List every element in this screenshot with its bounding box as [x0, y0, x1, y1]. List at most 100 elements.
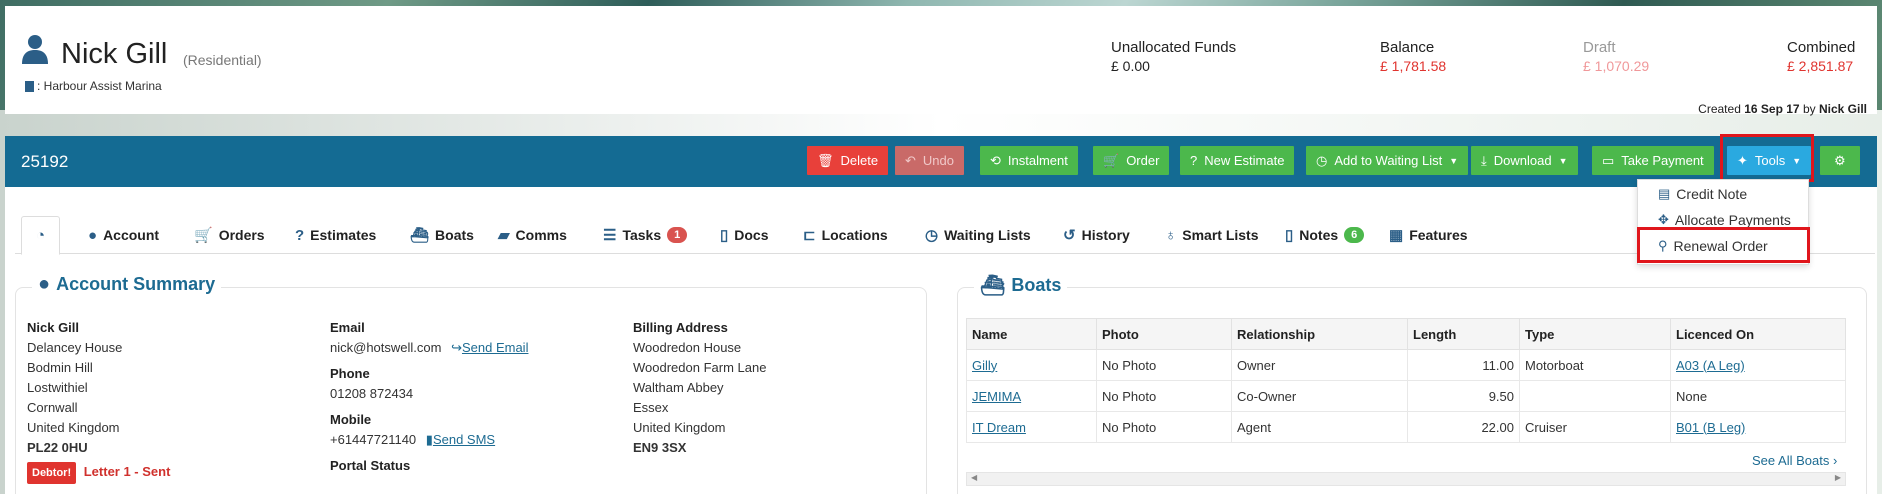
ship-icon: ⛴ — [410, 227, 430, 244]
see-all-boats-link[interactable]: See All Boats › — [1752, 453, 1837, 468]
billing-address: Billing Address Woodredon House Woodredo… — [633, 318, 766, 458]
unallocated-funds: Unallocated Funds £ 0.00 — [1111, 39, 1236, 74]
billing-line: Essex — [633, 400, 669, 415]
add-to-waiting-list-button[interactable]: ◷ Add to Waiting List ▼ — [1306, 146, 1469, 175]
tab-locations[interactable]: ⊏ Locations — [803, 216, 888, 254]
boat-relationship: Agent — [1231, 411, 1408, 443]
portal-status-label: Portal Status — [330, 458, 411, 473]
user-icon: ● — [38, 273, 51, 295]
tab-account[interactable]: ● Account — [88, 216, 159, 254]
tab-history-label: History — [1081, 227, 1130, 243]
menu-item-allocate-payments[interactable]: ✥ Allocate Payments — [1658, 212, 1791, 228]
instalment-label: Instalment — [1007, 153, 1068, 168]
credit-note-icon: ▤ — [1658, 186, 1671, 201]
download-icon: ⤓ — [1481, 152, 1487, 168]
mobile-label: Mobile — [330, 412, 372, 427]
tab-boats[interactable]: ⛴ Boats — [410, 216, 474, 254]
email-label: Email — [330, 320, 365, 335]
created-by: by — [1802, 102, 1816, 116]
column-header[interactable]: Licenced On — [1670, 318, 1846, 350]
dashboard-icon: ◔ — [36, 227, 46, 244]
gear-icon: ⚙ — [1834, 152, 1846, 168]
tab-orders[interactable]: 🛒 Orders — [194, 216, 265, 254]
scroll-right-icon[interactable]: ▶ — [1835, 473, 1841, 482]
undo-label: Undo — [922, 153, 954, 168]
boat-photo: No Photo — [1096, 411, 1232, 443]
horizontal-scrollbar[interactable]: ◀ ▶ — [966, 472, 1846, 486]
download-button[interactable]: ⤓ Download ▼ — [1471, 146, 1578, 175]
column-header[interactable]: Relationship — [1231, 318, 1408, 350]
tab-smart-lists-label: Smart Lists — [1182, 227, 1259, 243]
tab-comms[interactable]: ▰ Comms — [498, 216, 567, 254]
order-label: Order — [1126, 153, 1160, 168]
send-sms-link[interactable]: Send SMS — [433, 432, 495, 447]
download-label: Download — [1493, 153, 1552, 168]
menu-item-credit-note[interactable]: ▤ Credit Note — [1658, 186, 1747, 202]
billing-line: Waltham Abbey — [633, 380, 724, 395]
order-button[interactable]: 🛒 Order — [1093, 146, 1170, 175]
clock-icon: ◷ — [925, 227, 939, 244]
column-header[interactable]: Name — [966, 318, 1097, 350]
account-summary-heading: Account Summary — [56, 274, 216, 294]
billing-line: United Kingdom — [633, 420, 726, 435]
tab-notes[interactable]: ▯ Notes 6 — [1285, 216, 1365, 254]
tab-dashboard[interactable]: ◔ — [21, 216, 61, 255]
user-icon — [22, 35, 48, 64]
tab-docs[interactable]: ▯ Docs — [720, 216, 769, 254]
question-icon: ? — [1190, 153, 1198, 168]
instalment-button[interactable]: ⟲ Instalment — [980, 146, 1078, 175]
column-header[interactable]: Length — [1407, 318, 1520, 350]
cart-icon: 🛒 — [194, 227, 213, 244]
table-header-row: Name Photo Relationship Length Type Lice… — [966, 318, 1846, 350]
settings-button[interactable]: ⚙ — [1820, 146, 1860, 175]
boat-type: Cruiser — [1519, 411, 1671, 443]
new-estimate-button[interactable]: ? New Estimate — [1180, 146, 1295, 175]
licence-link[interactable]: B01 (B Leg) — [1676, 420, 1745, 435]
tab-history[interactable]: ↺ History — [1063, 216, 1130, 254]
customer-type: (Residential) — [183, 52, 262, 68]
address-line: Bodmin Hill — [27, 360, 93, 375]
action-toolbar: 25192 🗑 Delete ↶ Undo ⟲ Instalment 🛒 Ord… — [5, 136, 1877, 187]
tab-estimates[interactable]: ? Estimates — [295, 216, 376, 254]
boat-name-link[interactable]: IT Dream — [972, 420, 1026, 435]
boats-heading: Boats — [1011, 275, 1062, 295]
boat-name-link[interactable]: Gilly — [972, 358, 997, 373]
delete-button[interactable]: 🗑 Delete — [807, 146, 889, 175]
combined: Combined £ 2,851.87 — [1787, 39, 1855, 74]
undo-button[interactable]: ↶ Undo — [895, 146, 964, 175]
column-header[interactable]: Type — [1519, 318, 1671, 350]
licence-link[interactable]: A03 (A Leg) — [1676, 358, 1745, 373]
boats-title: ⛴ Boats — [974, 273, 1068, 298]
renewal-order-highlight — [1637, 227, 1810, 263]
tab-estimates-label: Estimates — [310, 227, 377, 243]
scroll-left-icon[interactable]: ◀ — [971, 473, 977, 482]
cart-icon: 🛒 — [1103, 152, 1120, 168]
caret-down-icon: ▼ — [1449, 155, 1459, 166]
money-icon: ▭ — [1602, 152, 1615, 168]
tools-highlight — [1720, 134, 1814, 182]
tab-features[interactable]: ▦ Features — [1389, 216, 1468, 254]
phone-label: Phone — [330, 366, 370, 381]
take-payment-button[interactable]: ▭ Take Payment — [1592, 146, 1714, 175]
send-email-link[interactable]: Send Email — [462, 340, 528, 355]
balance-value: £ 1,781.58 — [1380, 58, 1447, 74]
tab-account-label: Account — [103, 227, 160, 243]
boat-name-link[interactable]: JEMIMA — [972, 389, 1021, 404]
chevron-right-icon: › — [1832, 453, 1838, 468]
phone-value: 01208 872434 — [330, 386, 414, 401]
billing-postcode: EN9 3SX — [633, 440, 687, 455]
history-icon: ↺ — [1063, 227, 1076, 244]
column-header[interactable]: Photo — [1096, 318, 1232, 350]
share-icon: ↪ — [451, 340, 462, 355]
table-row: JEMIMA No Photo Co-Owner 9.50 None — [966, 380, 1846, 412]
lightbulb-icon: ♁ — [1165, 226, 1177, 244]
tab-smart-lists[interactable]: ♁ Smart Lists — [1165, 216, 1259, 254]
waiting-list-label: Add to Waiting List — [1334, 153, 1443, 168]
address-line: Delancey House — [27, 340, 123, 355]
document-icon: ▯ — [720, 227, 729, 244]
boat-photo: No Photo — [1096, 380, 1232, 412]
tab-tasks[interactable]: ☰ Tasks 1 — [603, 216, 688, 254]
address-line: United Kingdom — [27, 420, 120, 435]
debtor-badge: Debtor! — [27, 462, 77, 484]
tab-waiting-lists[interactable]: ◷ Waiting Lists — [925, 216, 1031, 254]
